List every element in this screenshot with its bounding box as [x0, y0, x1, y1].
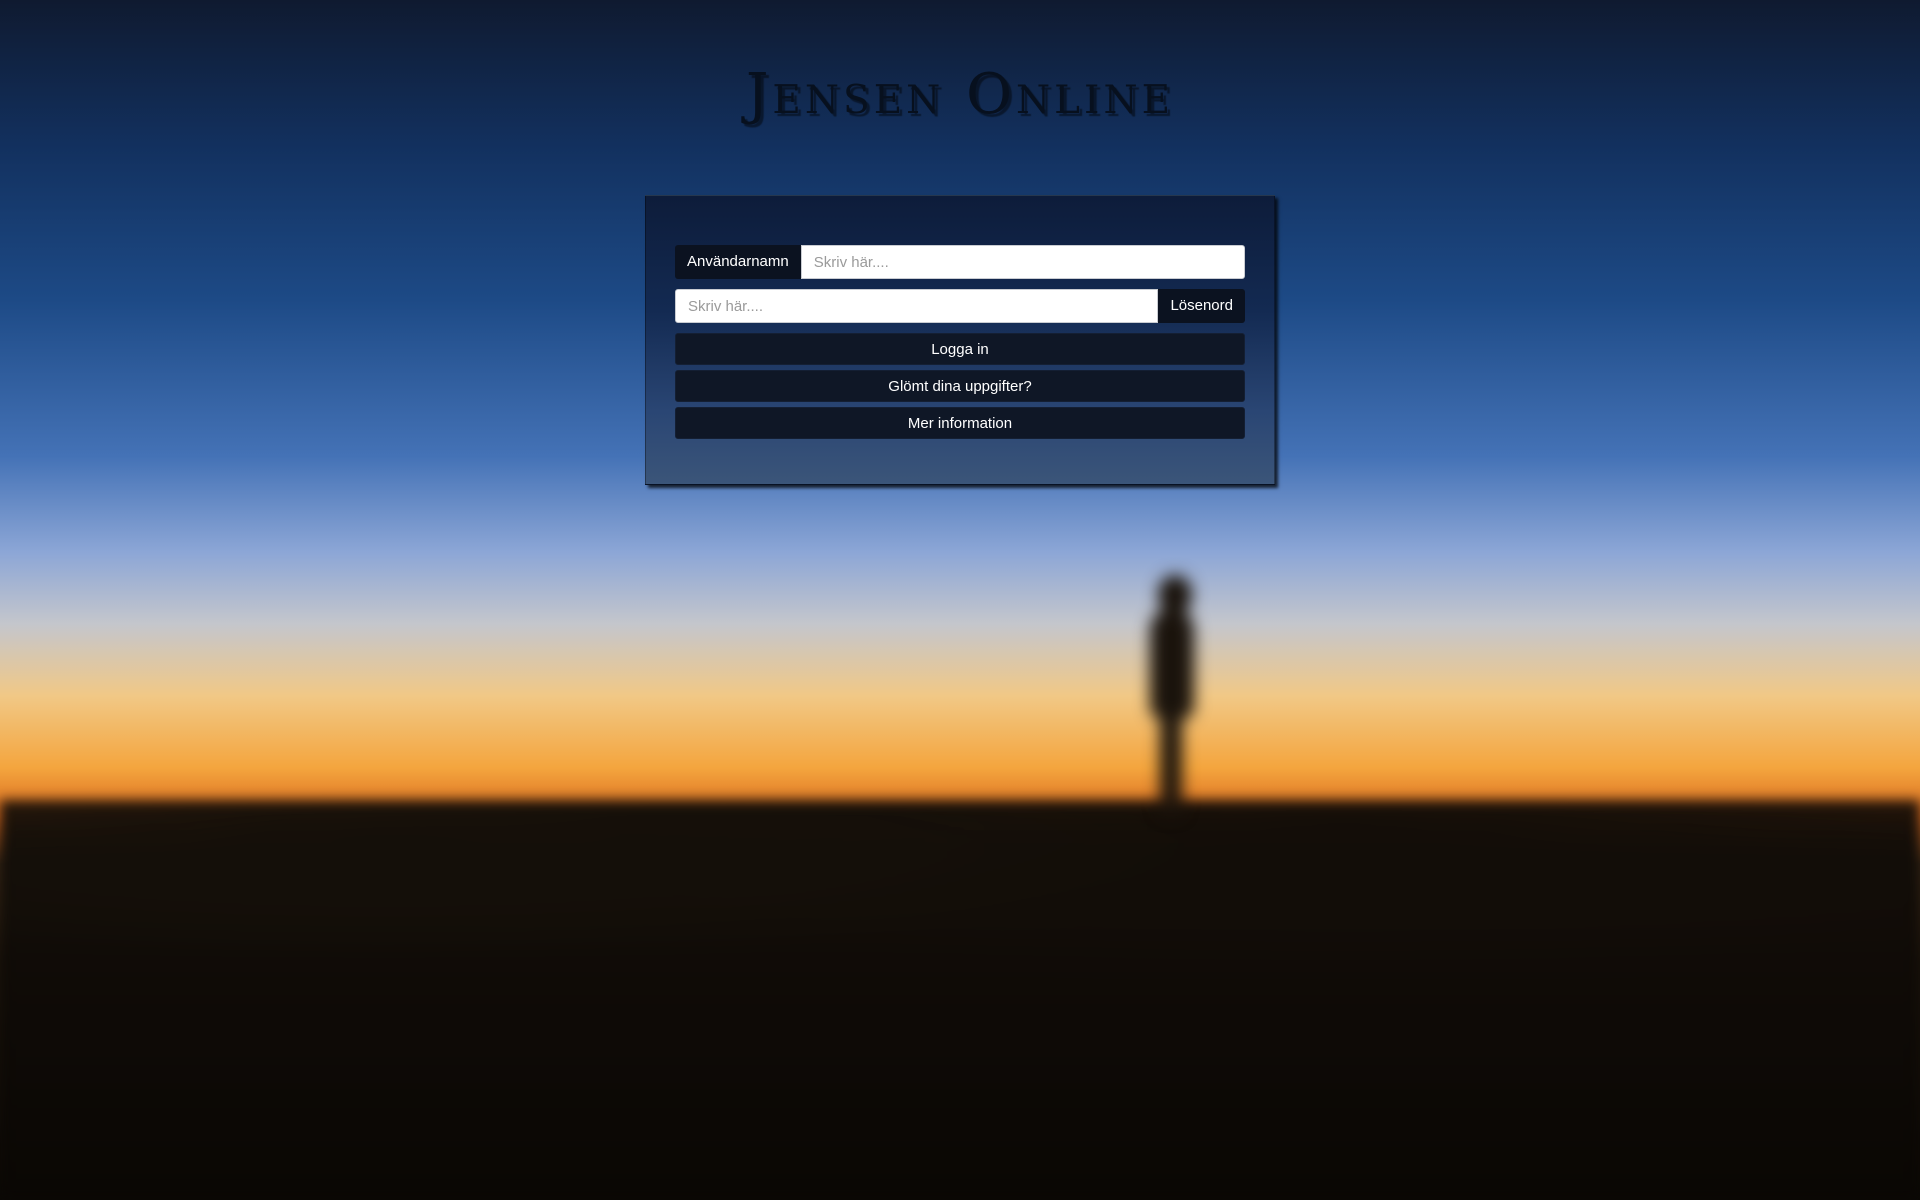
- background-silhouette: [1140, 575, 1210, 815]
- username-label: Användarnamn: [675, 245, 801, 279]
- username-group: Användarnamn: [675, 245, 1245, 279]
- background-landscape: [0, 800, 1920, 1200]
- password-input[interactable]: [675, 289, 1159, 323]
- forgot-credentials-button[interactable]: Glömt dina uppgifter?: [675, 370, 1245, 402]
- site-title: Jensen Online: [745, 62, 1175, 127]
- password-label: Lösenord: [1158, 289, 1245, 323]
- password-group: Lösenord: [675, 289, 1245, 323]
- username-input[interactable]: [800, 245, 1245, 279]
- more-info-button[interactable]: Mer information: [675, 407, 1245, 439]
- login-panel: Användarnamn Lösenord Logga in Glömt din…: [645, 195, 1275, 485]
- login-button[interactable]: Logga in: [675, 333, 1245, 365]
